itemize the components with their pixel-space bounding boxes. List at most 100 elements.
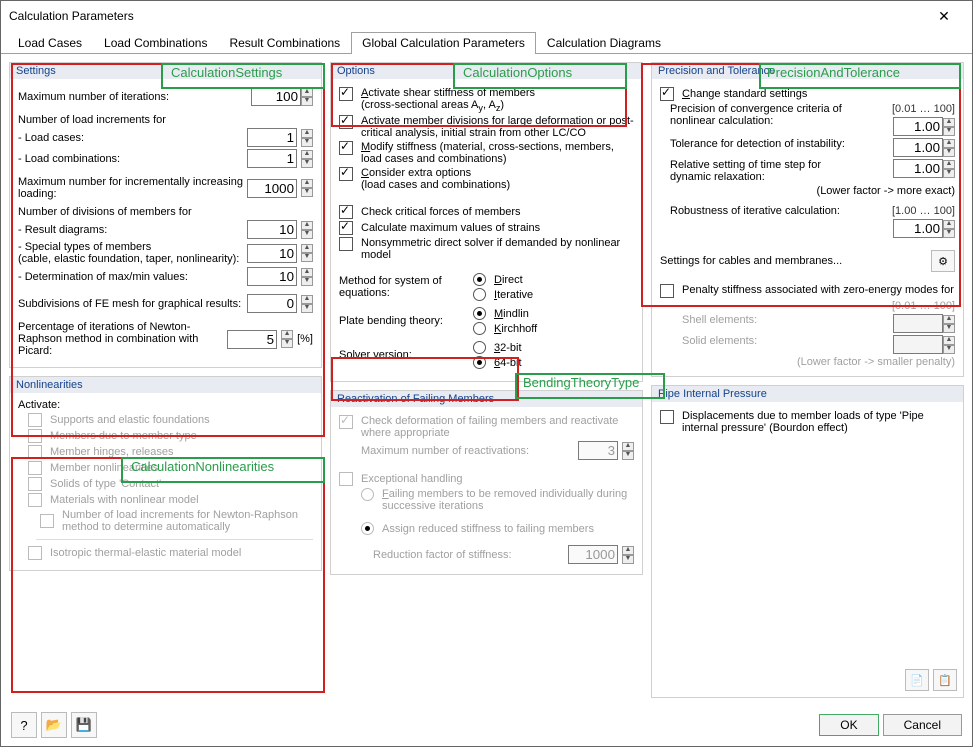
save-button[interactable]: 💾 [71, 712, 97, 738]
prec-conv-input[interactable] [893, 117, 943, 136]
spinner[interactable]: ▲▼ [943, 160, 955, 178]
check-nonsym[interactable] [339, 237, 353, 251]
ok-button[interactable]: OK [819, 714, 878, 736]
check-critical[interactable] [339, 205, 353, 219]
react-check: Check deformation of failing members and… [361, 415, 634, 439]
tab-load-combinations[interactable]: Load Combinations [93, 32, 218, 54]
check-change[interactable] [660, 87, 674, 101]
extra-button-1[interactable]: 📄 [905, 669, 929, 691]
ndm-maxmin-input[interactable] [247, 267, 297, 286]
nonlin-materials: Materials with nonlinear model [50, 494, 199, 506]
opt-shear: AActivate shear stiffness of membersctiv… [361, 87, 535, 113]
max-iter-input[interactable] [251, 87, 301, 106]
prec-header: Precision and Tolerance [652, 63, 963, 79]
ndm-label: Number of divisions of members for [18, 206, 313, 218]
method-label: Method for system of equations: [339, 275, 469, 299]
spinner: ▲▼ [943, 336, 955, 354]
spinner[interactable]: ▲▼ [301, 88, 313, 106]
check-modstiff[interactable] [339, 141, 353, 155]
prec-rob-input[interactable] [893, 219, 943, 238]
check-divs[interactable] [339, 115, 353, 129]
nli-label: Number of load increments for [18, 114, 313, 126]
prec-solid-label: Solid elements: [682, 335, 855, 347]
prec-tol-input[interactable] [893, 138, 943, 157]
radio-opt1 [361, 488, 374, 501]
spinner[interactable]: ▲▼ [301, 221, 313, 239]
spinner[interactable]: ▲▼ [301, 295, 313, 313]
ndm-special-label: - Special types of members (cable, elast… [18, 241, 243, 265]
subdiv-input[interactable] [247, 294, 297, 313]
radio-kirchhoff[interactable] [473, 322, 486, 335]
spinner[interactable]: ▲▼ [943, 220, 955, 238]
ndm-special-input[interactable] [247, 244, 297, 263]
react-maxreact-label: Maximum number of reactivations: [361, 445, 574, 457]
ndm-result-label: - Result diagrams: [18, 224, 243, 236]
spinner[interactable]: ▲▼ [301, 268, 313, 286]
prec-penalty-range: [0.01 … 100] [660, 300, 955, 312]
nonlin-solids: Solids of type 'Contact' [50, 478, 161, 490]
pipe-header: Pipe Internal Pressure [652, 386, 963, 402]
radio-direct[interactable] [473, 273, 486, 286]
spinner[interactable]: ▲▼ [301, 244, 313, 262]
tab-calc-diagrams[interactable]: Calculation Diagrams [536, 32, 672, 54]
spinner[interactable]: ▲▼ [301, 129, 313, 147]
picard-label: Percentage of iterations of Newton-Raphs… [18, 321, 223, 357]
tab-result-combinations[interactable]: Result Combinations [218, 32, 351, 54]
extra-button-2[interactable]: 📋 [933, 669, 957, 691]
cables-settings-button[interactable]: ⚙ [931, 250, 955, 272]
options-header: Options [331, 63, 642, 79]
prec-ts-input[interactable] [893, 159, 943, 178]
settings-header: Settings [10, 63, 321, 79]
nonlin-nr-incr: Number of load increments for Newton-Rap… [62, 509, 313, 533]
open-button[interactable]: 📂 [41, 712, 67, 738]
nli-load-cases-input[interactable] [247, 128, 297, 147]
nli-load-comb-input[interactable] [247, 149, 297, 168]
radio-64bit[interactable] [473, 356, 486, 369]
ndm-result-input[interactable] [247, 220, 297, 239]
spinner[interactable]: ▲▼ [301, 179, 313, 197]
opt-extra: Consider extra options (load cases and c… [361, 167, 510, 191]
prec-cables-label: Settings for cables and membranes... [660, 255, 927, 267]
radio-iterative[interactable] [473, 288, 486, 301]
check-memtype [28, 429, 42, 443]
check-extra[interactable] [339, 167, 353, 181]
prec-rob-range: [1.00 … 100] [892, 205, 955, 217]
method-direct: Direct [494, 274, 523, 286]
check-nr-incr [40, 514, 54, 528]
nli-load-cases-label: - Load cases: [18, 132, 243, 144]
plate-kirch: Kirchhoff [494, 323, 537, 335]
spinner: ▲▼ [943, 315, 955, 333]
nonlin-iso: Isotropic thermal-elastic material model [50, 547, 241, 559]
tab-load-cases[interactable]: Load Cases [7, 32, 93, 54]
close-button[interactable]: ✕ [924, 2, 964, 30]
picard-unit: [%] [297, 333, 313, 345]
check-except [339, 472, 353, 486]
cancel-button[interactable]: Cancel [883, 714, 962, 736]
max-inc-loading-input[interactable] [247, 179, 297, 198]
check-shear[interactable] [339, 87, 353, 101]
check-penalty[interactable] [660, 284, 674, 298]
check-supports [28, 413, 42, 427]
spinner[interactable]: ▲▼ [943, 139, 955, 157]
solver-label: Solver version: [339, 349, 469, 361]
help-button[interactable]: ? [11, 712, 37, 738]
check-strains[interactable] [339, 221, 353, 235]
check-materials [28, 493, 42, 507]
tab-global-params[interactable]: Global Calculation Parameters [351, 32, 536, 54]
radio-32bit[interactable] [473, 341, 486, 354]
picard-input[interactable] [227, 330, 277, 349]
spinner[interactable]: ▲▼ [281, 330, 293, 348]
prec-penalty-note: (Lower factor -> smaller penalty) [660, 356, 955, 368]
spinner[interactable]: ▲▼ [301, 150, 313, 168]
subdiv-label: Subdivisions of FE mesh for graphical re… [18, 298, 243, 310]
spinner[interactable]: ▲▼ [943, 118, 955, 136]
react-except: Exceptional handling [361, 473, 463, 485]
ndm-maxmin-label: - Determination of max/min values: [18, 271, 243, 283]
method-iter: Iterative [494, 289, 533, 301]
nonlin-memtype: Members due to member type [50, 430, 197, 442]
nonlin-activate: Activate: [18, 399, 313, 411]
prec-tol-label: Tolerance for detection of instability: [670, 138, 855, 150]
check-iso [28, 546, 42, 560]
check-pipe[interactable] [660, 410, 674, 424]
radio-mindlin[interactable] [473, 307, 486, 320]
